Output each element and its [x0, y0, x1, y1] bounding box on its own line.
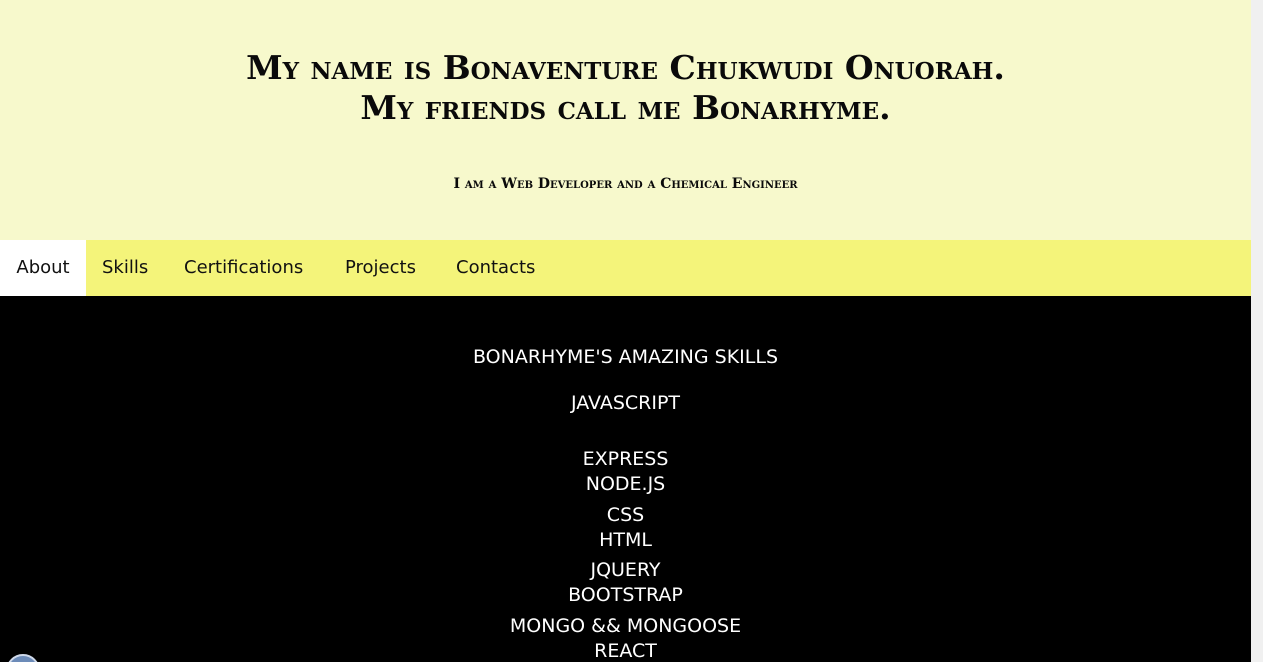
page-title: My name is Bonaventure Chukwudi Onuorah.… — [0, 48, 1251, 128]
skill-item: BOOTSTRAP — [568, 584, 683, 606]
page-subtitle: I am a Web Developer and a Chemical Engi… — [453, 176, 798, 192]
nav-tab-about[interactable]: About — [0, 240, 86, 296]
skill-item: CSS — [606, 504, 645, 526]
title-line-2: My friends call me Bonarhyme. — [360, 88, 891, 127]
nav-tab-skills[interactable]: Skills — [102, 240, 148, 296]
title-line-1: My name is Bonaventure Chukwudi Onuorah. — [246, 48, 1005, 87]
skill-item: EXPRESS — [582, 448, 669, 470]
nav-tab-certifications[interactable]: Certifications — [184, 240, 303, 296]
nav-tab-projects[interactable]: Projects — [345, 240, 416, 296]
skill-item: MONGO && MONGOOSE — [509, 615, 742, 637]
skill-item: NODE.JS — [585, 473, 666, 495]
page: My name is Bonaventure Chukwudi Onuorah.… — [0, 0, 1251, 662]
skill-item: JAVASCRIPT — [570, 392, 681, 414]
skill-item: HTML — [599, 529, 652, 551]
skill-item: REACT — [594, 640, 657, 662]
main-nav: About Skills Certifications Projects Con… — [0, 240, 1251, 296]
page-scrollbar[interactable] — [1251, 0, 1263, 662]
skills-heading: BONARHYME'S AMAZING SKILLS — [472, 346, 779, 368]
skill-item: JQUERY — [590, 559, 661, 581]
nav-tab-contacts[interactable]: Contacts — [456, 240, 535, 296]
site-header: My name is Bonaventure Chukwudi Onuorah.… — [0, 0, 1251, 240]
